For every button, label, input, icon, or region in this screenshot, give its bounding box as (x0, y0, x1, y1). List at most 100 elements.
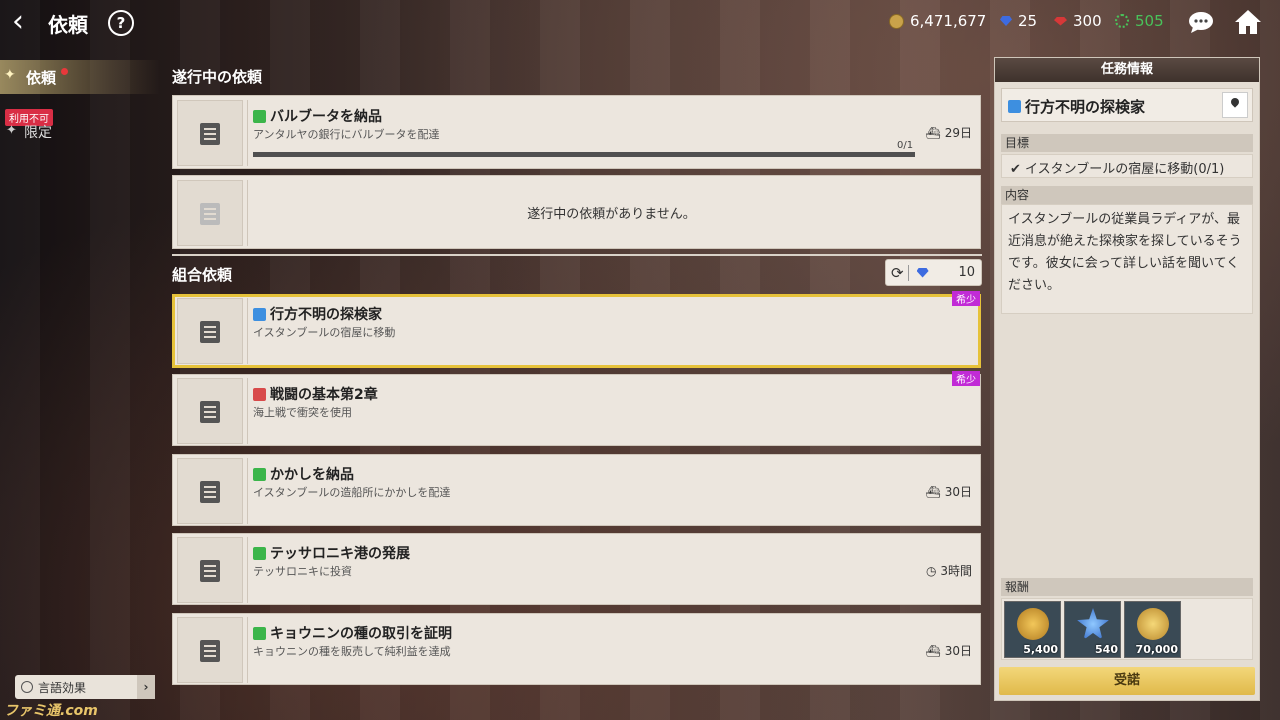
quest-card[interactable]: キョウニンの種の取引を証明キョウニンの種を販売して純利益を達成 ⛴ 30日 (172, 613, 981, 685)
blue-gem-amount: 25 (1018, 12, 1038, 30)
objective-header: 目標 (1001, 134, 1253, 152)
section-title-guild: 組合依頼 (172, 266, 233, 284)
reward-count: 540 (1095, 643, 1118, 656)
deadline-text: 30日 (944, 644, 972, 658)
blue-gem-icon (1000, 16, 1012, 26)
quest-thumbnail (177, 298, 243, 364)
refresh-icon: ⟳ (891, 263, 904, 282)
quest-card[interactable]: 行方不明の探検家 イスタンブールの宿屋に移動 希少 (172, 291, 981, 368)
reward-item[interactable]: 540 (1064, 601, 1121, 658)
ruby-currency: 300 (1054, 12, 1102, 30)
battle-icon (253, 387, 266, 401)
divider (907, 264, 909, 281)
scroll-icon (200, 640, 220, 662)
quest-title: キョウニンの種の取引を証明 (270, 626, 452, 642)
content-box: イスタンブールの従業員ラディアが、最近消息が絶えた探検家を探しているそうです。彼… (1001, 204, 1253, 314)
quest-desc: キョウニンの種を販売して純利益を達成 (253, 645, 451, 658)
ruby-amount: 300 (1073, 12, 1102, 30)
gold-coin-icon (1137, 608, 1169, 640)
green-currency: 505 (1115, 12, 1164, 30)
reward-item[interactable]: 5,400 (1004, 601, 1061, 658)
divider (247, 537, 248, 603)
mission-title-row: 行方不明の探検家 (1008, 96, 1145, 117)
quest-desc: イスタンブールの造船所にかかしを配達 (253, 486, 451, 499)
ruby-icon (1054, 16, 1067, 26)
adventure-icon (1008, 100, 1021, 113)
page-title: 依頼 (48, 13, 88, 37)
scroll-icon (200, 123, 220, 145)
nav-label-quests: 依頼 (26, 69, 57, 87)
objective-row: ✔ イスタンブールの宿屋に移動(0/1) (1010, 158, 1224, 177)
sparkle-icon: ✦ (6, 123, 17, 138)
location-pin-button[interactable] (1222, 92, 1248, 118)
sparkle-icon: ✦ (4, 67, 16, 83)
reward-list: 5,400 540 70,000 (1001, 598, 1253, 660)
divider (247, 378, 248, 444)
quest-desc: 海上戦で衝突を使用 (253, 406, 352, 419)
blue-emblem-icon (1077, 608, 1109, 640)
section-divider (172, 254, 982, 256)
quest-title-row: 戦闘の基本第2章 (253, 384, 378, 404)
language-effect-button[interactable]: 言語効果 › (15, 675, 155, 699)
panel-header: 任務情報 (995, 58, 1259, 82)
quest-thumbnail (177, 537, 243, 603)
refresh-button[interactable]: ⟳ 10 (885, 259, 982, 286)
rare-badge: 希少 (952, 291, 980, 306)
quest-title: かかしを納品 (270, 467, 354, 483)
deadline-text: 30日 (944, 485, 972, 499)
clock-icon: ◷ (926, 564, 937, 578)
trade-icon (253, 546, 266, 560)
deadline: ⛴ 29日 (925, 126, 972, 140)
help-button[interactable]: ? (108, 10, 134, 36)
globe-icon (21, 681, 33, 693)
watermark: ファミ通.com (4, 703, 98, 719)
quest-card[interactable]: かかしを納品イスタンブールの造船所にかかしを配達 ⛴ 30日 (172, 454, 981, 526)
accept-button[interactable]: 受諾 (999, 667, 1255, 695)
reward-count: 5,400 (1023, 643, 1058, 656)
scroll-icon (200, 321, 220, 343)
deadline: ⛴ 30日 (926, 642, 972, 659)
home-icon[interactable] (1234, 9, 1262, 35)
scroll-icon (200, 401, 220, 423)
objective-text: イスタンブールの宿屋に移動(0/1) (1025, 162, 1225, 177)
chat-icon[interactable] (1187, 11, 1215, 33)
scroll-icon (200, 481, 220, 503)
quest-thumbnail (177, 378, 243, 444)
back-icon[interactable]: ‹ (12, 6, 38, 38)
quest-thumbnail (177, 100, 243, 166)
trade-icon (253, 109, 266, 123)
ship-icon: ⛴ (925, 485, 941, 499)
deadline-text: 3時間 (940, 564, 972, 578)
divider (247, 100, 248, 166)
reward-item[interactable]: 70,000 (1124, 601, 1181, 658)
trade-icon (253, 626, 266, 640)
quest-title: 戦闘の基本第2章 (270, 387, 378, 403)
quest-card-in-progress[interactable]: バルブータを納品 アンタルヤの銀行にバルブータを配達 0/1 ⛴ 29日 (172, 95, 981, 169)
nav-item-limited[interactable]: 限定 (24, 122, 52, 142)
mission-info-panel: 任務情報 行方不明の探検家 目標 ✔ イスタンブールの宿屋に移動(0/1) 内容… (994, 57, 1260, 701)
mission-title-box: 行方不明の探検家 (1001, 88, 1253, 122)
content-header: 内容 (1001, 186, 1253, 204)
quest-title-row: かかしを納品 (253, 464, 354, 484)
nav-item-quests[interactable] (0, 60, 160, 94)
empty-message: 遂行中の依頼がありません。 (527, 206, 696, 222)
ship-icon: ⛴ (925, 644, 941, 658)
progress-count: 0/1 (897, 140, 914, 151)
ship-wheel-icon (1115, 14, 1129, 28)
scroll-icon (200, 560, 220, 582)
quest-card[interactable]: テッサロニキ港の発展 テッサロニキに投資 ◷ 3時間 (172, 533, 981, 605)
quest-title-row: テッサロニキ港の発展 (253, 543, 410, 563)
quest-title-row: 行方不明の探検家 (253, 304, 382, 324)
quest-title: テッサロニキ港の発展 (270, 546, 410, 562)
blue-gem-currency: 25 (1000, 12, 1037, 30)
medal-icon (1017, 608, 1049, 640)
content-text: イスタンブールの従業員ラディアが、最近消息が絶えた探検家を探しているそうです。彼… (1008, 212, 1242, 293)
empty-quest-slot: 遂行中の依頼がありません。 (172, 175, 981, 249)
objective-box: ✔ イスタンブールの宿屋に移動(0/1) (1001, 154, 1253, 178)
divider (247, 298, 248, 364)
quest-desc: アンタルヤの銀行にバルブータを配達 (253, 128, 440, 141)
chevron-right-icon: › (137, 675, 155, 699)
quest-card[interactable]: 戦闘の基本第2章 海上戦で衝突を使用 希少 (172, 371, 981, 446)
check-icon: ✔ (1010, 162, 1021, 177)
blue-gem-icon (916, 267, 929, 278)
